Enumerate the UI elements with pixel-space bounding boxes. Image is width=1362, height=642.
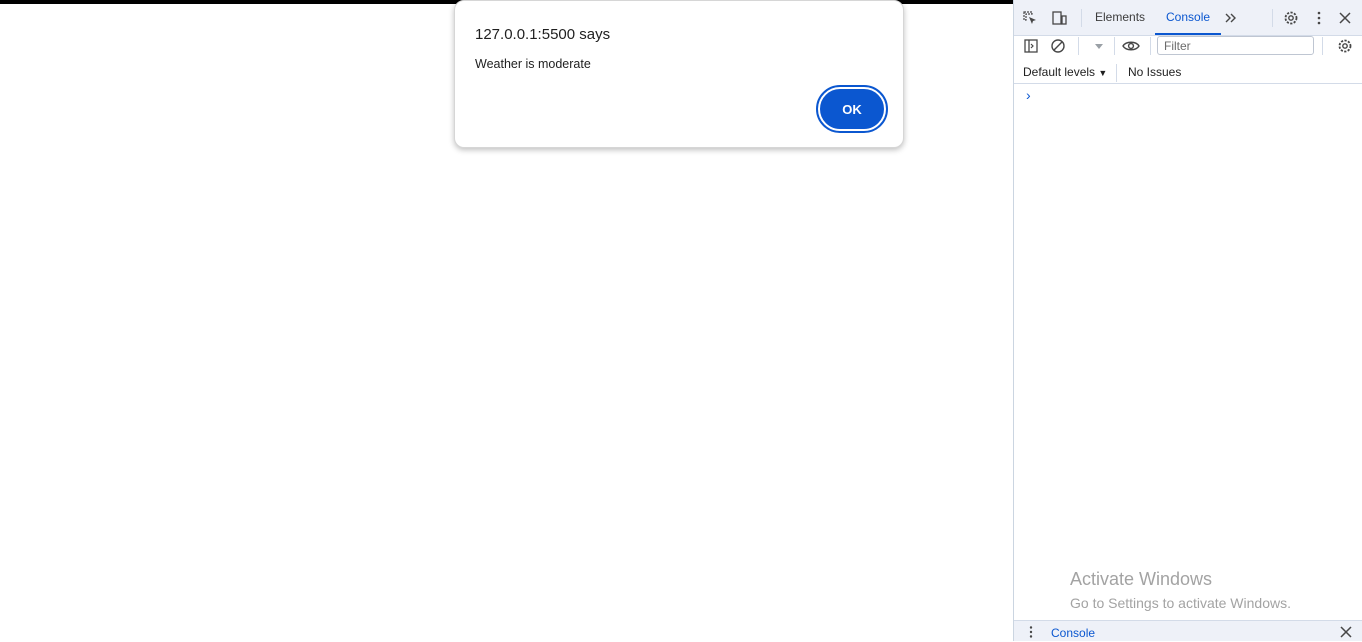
close-drawer-icon[interactable]: [1336, 622, 1356, 642]
tab-console[interactable]: Console: [1166, 10, 1210, 24]
live-expression-eye-icon[interactable]: [1121, 36, 1141, 56]
default-levels-label: Default levels: [1023, 65, 1096, 79]
active-tab-indicator: [1155, 33, 1221, 35]
toolbar-divider: [1272, 9, 1273, 27]
show-sidebar-icon[interactable]: [1021, 36, 1041, 56]
console-drawer-bar: Console: [1014, 620, 1362, 641]
console-prompt-chevron-icon[interactable]: ›: [1026, 87, 1031, 103]
settings-gear-icon[interactable]: [1281, 8, 1301, 28]
console-settings-gear-icon[interactable]: [1335, 36, 1355, 56]
more-tabs-chevron-icon[interactable]: [1221, 8, 1241, 28]
drawer-menu-icon[interactable]: [1021, 622, 1041, 642]
context-dropdown-icon[interactable]: [1089, 36, 1109, 56]
devtools-tab-bar: Elements Console: [1014, 0, 1362, 36]
console-filter-input[interactable]: [1157, 36, 1314, 55]
default-levels-dropdown[interactable]: Default levels ▼: [1023, 65, 1107, 79]
dialog-message: Weather is moderate: [475, 57, 591, 71]
kebab-menu-icon[interactable]: [1309, 8, 1329, 28]
clear-console-icon[interactable]: [1048, 36, 1068, 56]
toolbar-divider: [1078, 37, 1079, 55]
alert-dialog: 127.0.0.1:5500 says Weather is moderate …: [454, 0, 904, 148]
toolbar-divider: [1150, 37, 1151, 55]
toolbar-divider: [1081, 9, 1082, 27]
device-toolbar-icon[interactable]: [1049, 8, 1069, 28]
drawer-console-tab[interactable]: Console: [1051, 626, 1095, 640]
toolbar-divider: [1116, 64, 1117, 82]
dialog-title: 127.0.0.1:5500 says: [475, 26, 611, 43]
ok-button[interactable]: OK: [816, 85, 888, 133]
issues-counter[interactable]: No Issues: [1128, 65, 1181, 79]
dropdown-caret-icon: ▼: [1098, 68, 1108, 78]
toolbar-divider: [1322, 37, 1323, 55]
windows-activation-title: Activate Windows: [1070, 569, 1213, 589]
close-devtools-icon[interactable]: [1335, 8, 1355, 28]
inspect-element-icon[interactable]: [1020, 8, 1040, 28]
devtools-panel: Elements Console Default levels: [1013, 0, 1362, 641]
tab-elements[interactable]: Elements: [1095, 10, 1145, 24]
windows-activation-subtitle: Go to Settings to activate Windows.: [1070, 595, 1291, 611]
toolbar-divider: [1114, 37, 1115, 55]
